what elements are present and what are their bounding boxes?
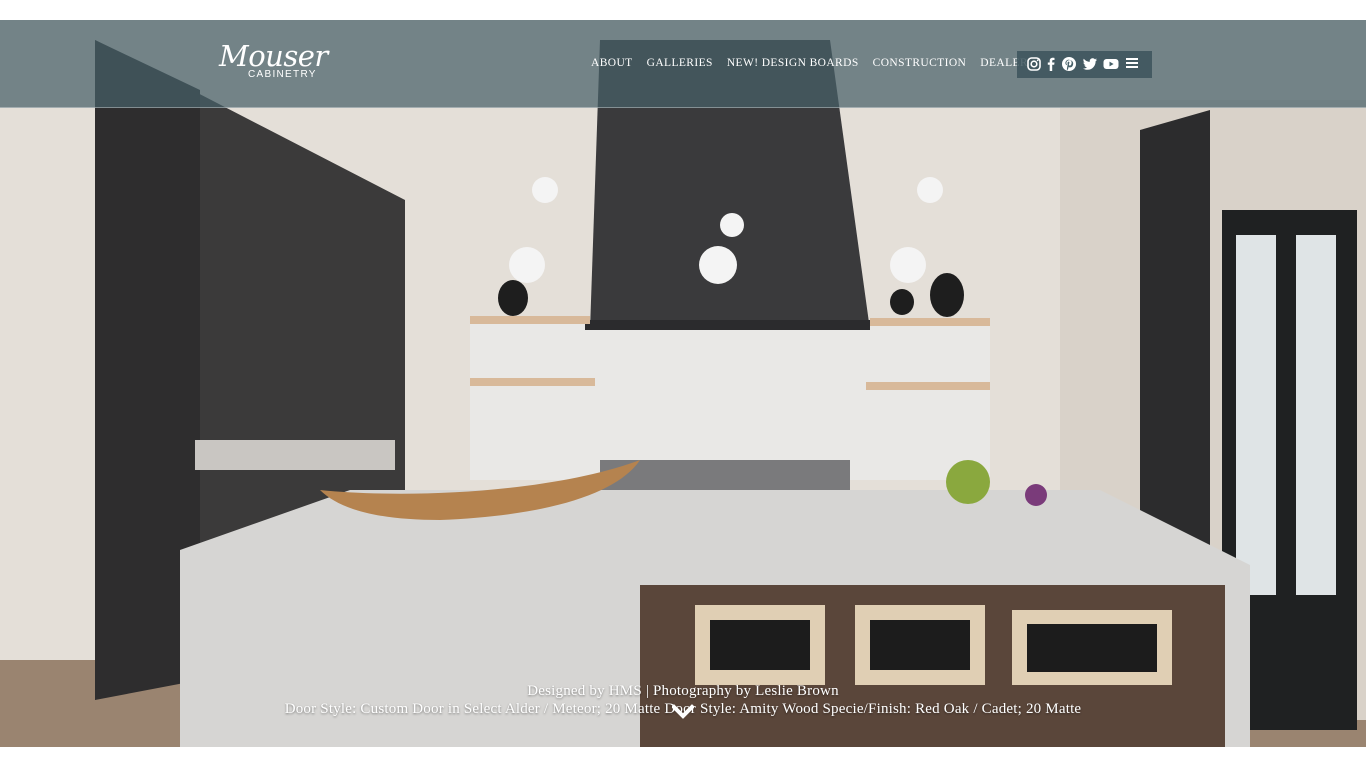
nav-item-construction[interactable]: CONSTRUCTION (873, 57, 967, 69)
twitter-icon[interactable] (1082, 56, 1098, 72)
nav-item-design-boards[interactable]: NEW! DESIGN BOARDS (727, 57, 859, 69)
nav-item-galleries[interactable]: GALLERIES (647, 57, 713, 69)
youtube-icon[interactable] (1103, 56, 1119, 72)
logo-script-text: Mouser (219, 39, 328, 73)
logo-subtitle: CABINETRY (248, 69, 317, 80)
scroll-down-chevron-icon[interactable] (671, 704, 695, 720)
kitchen-photo (0, 20, 1366, 747)
main-nav: ABOUT GALLERIES NEW! DESIGN BOARDS CONST… (591, 56, 1028, 70)
logo[interactable]: Mouser CABINETRY (219, 40, 328, 84)
page: Mouser CABINETRY ABOUT GALLERIES NEW! DE… (0, 0, 1366, 768)
instagram-icon[interactable] (1026, 56, 1042, 72)
menu-icon[interactable] (1124, 55, 1140, 71)
facebook-icon[interactable] (1043, 56, 1059, 72)
hero-caption-credits: Designed by HMS | Photography by Leslie … (527, 683, 839, 699)
nav-item-about[interactable]: ABOUT (591, 57, 633, 69)
hero-image (0, 20, 1366, 747)
pinterest-icon[interactable] (1061, 56, 1077, 72)
